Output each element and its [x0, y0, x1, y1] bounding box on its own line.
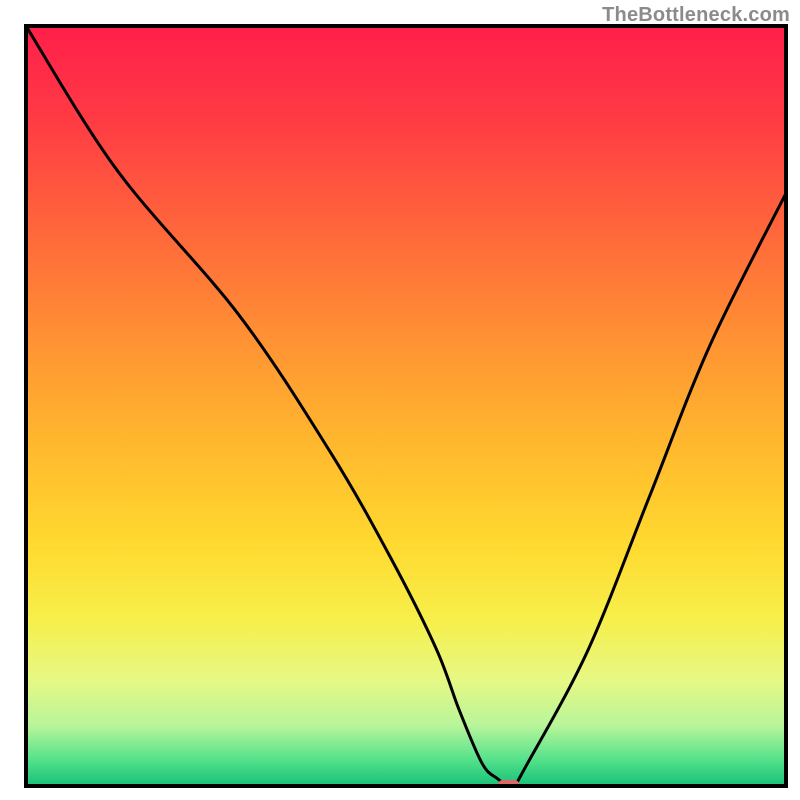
watermark-text: TheBottleneck.com	[602, 4, 790, 27]
gradient-background	[26, 26, 786, 786]
chart-container: TheBottleneck.com	[0, 0, 800, 800]
bottleneck-chart	[0, 0, 800, 800]
